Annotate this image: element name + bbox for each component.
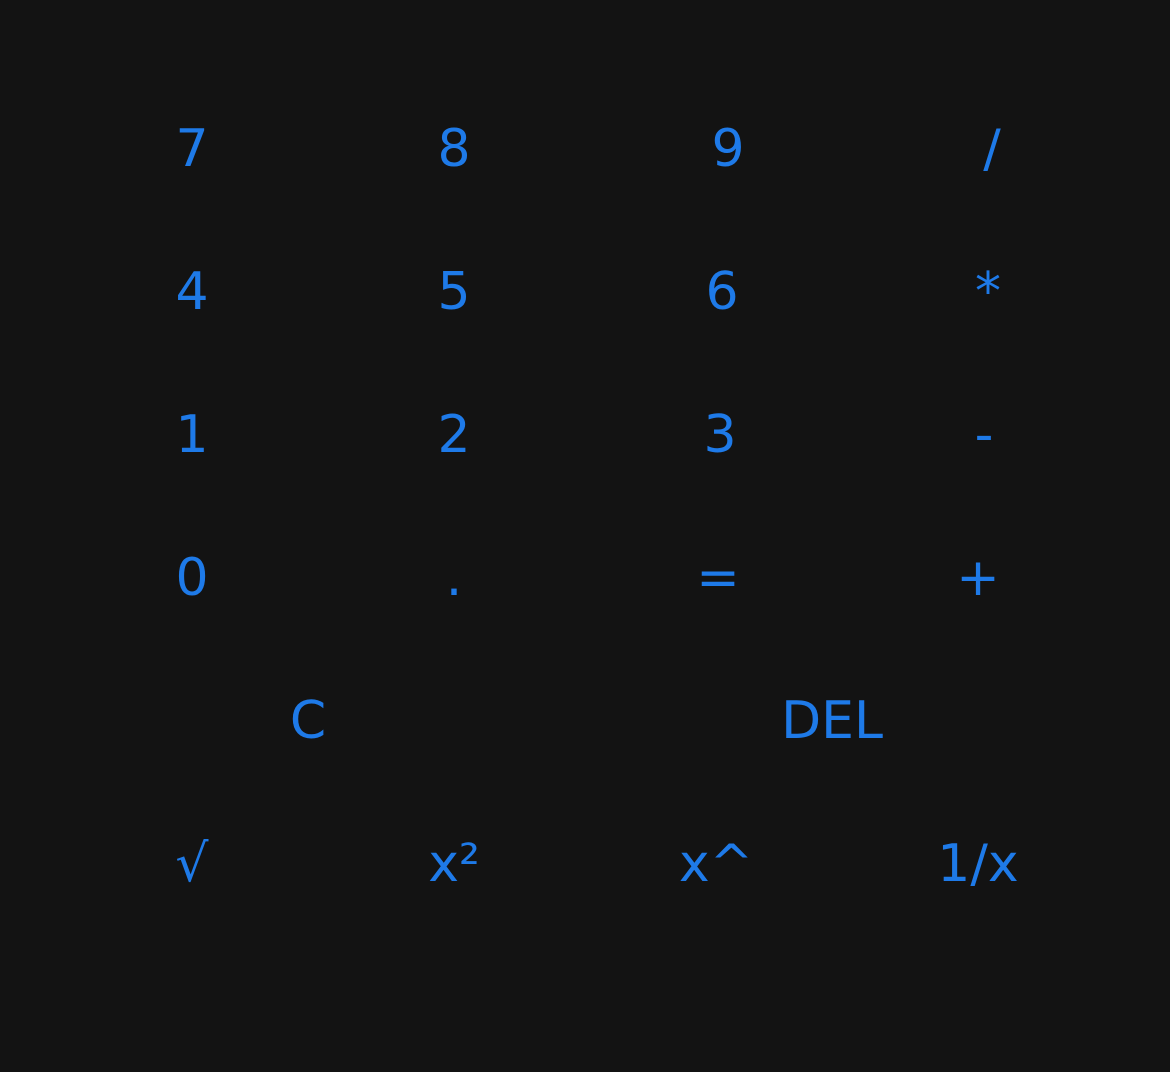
digit-5-button[interactable]: 5 [323, 220, 590, 363]
square-button[interactable]: x² [323, 792, 625, 935]
digit-2-button[interactable]: 2 [323, 363, 605, 506]
calculator-keypad: 7 8 9 / 4 5 6 * 1 2 3 - 0 . = + C DEL √ … [0, 0, 1170, 1072]
equals-button[interactable]: = [585, 506, 849, 649]
divide-button[interactable]: / [847, 77, 1123, 220]
subtract-button[interactable]: - [847, 363, 1115, 506]
decimal-point-button[interactable]: . [323, 506, 605, 649]
delete-button[interactable]: DEL [685, 649, 979, 792]
power-button[interactable]: x^ [585, 792, 847, 935]
reciprocal-button[interactable]: 1/x [847, 792, 1109, 935]
digit-8-button[interactable]: 8 [323, 77, 590, 220]
digit-3-button[interactable]: 3 [585, 363, 851, 506]
clear-button[interactable]: C [161, 649, 455, 792]
multiply-button[interactable]: * [847, 220, 1119, 363]
digit-9-button[interactable]: 9 [585, 77, 859, 220]
add-button[interactable]: + [847, 506, 1109, 649]
digit-6-button[interactable]: 6 [585, 220, 853, 363]
